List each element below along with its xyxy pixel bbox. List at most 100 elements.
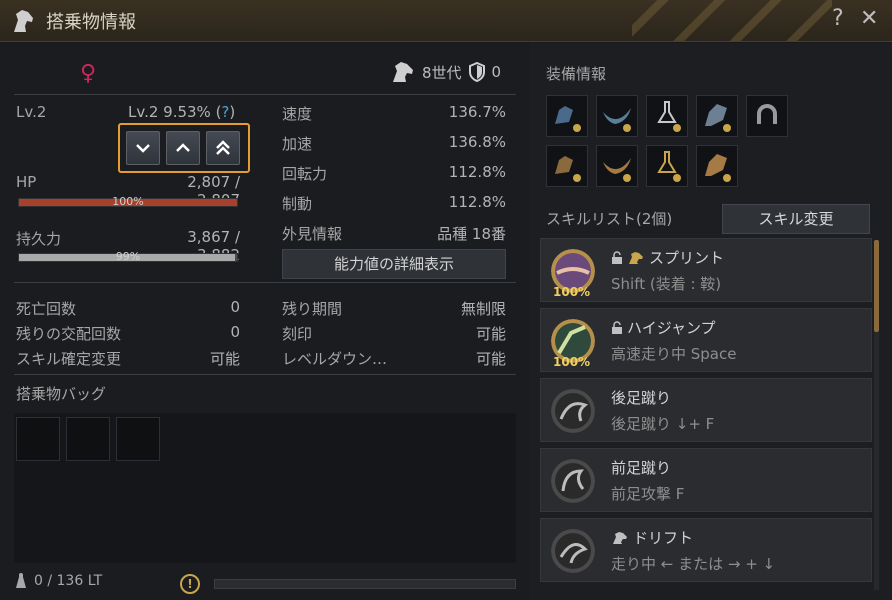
- bag-area: [14, 413, 516, 563]
- imprint-value: 可能: [475, 325, 506, 343]
- hp-label: HP: [16, 173, 37, 191]
- gear-slot-barding-costume[interactable]: [696, 145, 738, 187]
- level-buttons-group: [118, 123, 250, 173]
- gear-slot-champron-costume[interactable]: [546, 145, 588, 187]
- rear-kick-skill-command: 後足蹴り ↓+ F: [611, 415, 715, 433]
- skill-change-button[interactable]: スキル変更: [722, 204, 870, 234]
- weight-bar: [214, 579, 516, 589]
- skill-change-value: 可能: [209, 350, 240, 368]
- appearance-value: 品種 18番: [437, 225, 506, 243]
- skill-list-title: スキルリスト(2個): [546, 210, 673, 228]
- level-label: Lv.2: [16, 103, 47, 121]
- level-down-label: レベルダウン…: [282, 350, 388, 368]
- sprint-skill-command: Shift (装着 : 鞍): [611, 275, 722, 293]
- skill-item-rear-kick[interactable]: 後足蹴り 後足蹴り ↓+ F: [540, 378, 872, 442]
- horse-icon: [613, 531, 627, 544]
- death-count-label: 死亡回数: [16, 300, 77, 318]
- divider: [14, 374, 516, 375]
- remaining-period-value: 無制限: [460, 300, 506, 318]
- stat-turning-label: 回転力: [282, 165, 328, 183]
- skill-list-scrollbar[interactable]: [874, 240, 879, 590]
- skill-item-drift[interactable]: ドリフト 走り中 ← または → + ↓: [540, 518, 872, 582]
- rear-kick-skill-name: 後足蹴り: [611, 389, 672, 407]
- horse-head-icon: [14, 10, 33, 32]
- gear-slot-barding[interactable]: [696, 95, 738, 137]
- warning-icon[interactable]: !: [180, 574, 200, 594]
- gear-slot-champron[interactable]: [546, 95, 588, 137]
- double-chevron-up-icon: [216, 140, 230, 155]
- gear-slot-stirrups-costume[interactable]: [646, 145, 688, 187]
- divider: [14, 94, 516, 95]
- front-kick-skill-name: 前足蹴り: [611, 459, 672, 477]
- horse-icon: [393, 62, 413, 82]
- gear-slot-stirrups[interactable]: [646, 95, 688, 137]
- breeding-count-label: 残りの交配回数: [16, 325, 122, 343]
- level-up-button[interactable]: [166, 131, 200, 165]
- high-jump-skill-percent: 100%: [553, 355, 591, 369]
- divider: [14, 282, 516, 283]
- gear-slot-horseshoe[interactable]: [746, 95, 788, 137]
- stirrups-icon: [657, 101, 681, 132]
- female-icon: ♀: [80, 61, 97, 86]
- skill-item-sprint[interactable]: 100% スプリント Shift (装着 : 鞍): [540, 238, 872, 302]
- skill-item-high-jump[interactable]: 100% ハイジャンプ 高速走り中 Space: [540, 308, 872, 372]
- stat-acceleration-label: 加速: [282, 135, 313, 153]
- saddle-icon: [603, 158, 631, 182]
- high-jump-skill-command: 高速走り中 Space: [611, 345, 737, 363]
- mount-info-panel: ♀ 8世代 0 Lv.2 Lv.2 9.53% (?) HP 2,807 / 2…: [0, 43, 530, 600]
- gear-slot-saddle-costume[interactable]: [596, 145, 638, 187]
- generation-info: 8世代 0: [390, 61, 501, 83]
- remaining-period-label: 残り期間: [282, 300, 343, 318]
- stat-turning-value: 112.8%: [448, 163, 506, 181]
- window-title: 搭乗物情報: [46, 12, 136, 33]
- equipment-title: 装備情報: [546, 65, 607, 83]
- stat-acceleration-value: 136.8%: [448, 133, 506, 151]
- bag-slot[interactable]: [66, 417, 110, 461]
- gear-slot-saddle[interactable]: [596, 95, 638, 137]
- skill-list: 100% スプリント Shift (装着 : 鞍) 100% ハイジャンプ 高速…: [540, 238, 872, 590]
- close-button[interactable]: ✕: [860, 6, 878, 31]
- horse-icon: [629, 251, 643, 264]
- bag-slot[interactable]: [16, 417, 60, 461]
- breeding-count-value: 0: [230, 323, 240, 341]
- drift-skill-icon: [551, 529, 595, 573]
- stamina-percent: 99%: [115, 250, 141, 263]
- equipment-skill-panel: 装備情報 スキルリスト(2個) スキル変更 100% スプリント Shift (…: [530, 43, 892, 600]
- stat-brake-label: 制動: [282, 195, 313, 213]
- barding-icon: [705, 154, 731, 182]
- sprint-skill-name: スプリント: [649, 249, 725, 267]
- stat-speed-value: 136.7%: [448, 103, 506, 121]
- high-jump-skill-name: ハイジャンプ: [627, 319, 716, 337]
- rear-kick-skill-icon: [551, 389, 595, 433]
- generation-label: 8世代: [422, 63, 462, 82]
- champron-icon: [555, 156, 581, 182]
- front-kick-skill-command: 前足攻撃 F: [611, 485, 685, 503]
- title-bar: 搭乗物情報 ? ✕: [0, 0, 892, 42]
- drift-skill-name: ドリフト: [633, 529, 694, 547]
- lock-icon: [612, 250, 622, 264]
- horseshoe-icon: [757, 104, 777, 124]
- level-max-up-button[interactable]: [206, 131, 240, 165]
- stat-details-button[interactable]: 能力値の詳細表示: [282, 249, 506, 279]
- skill-item-front-kick[interactable]: 前足蹴り 前足攻撃 F: [540, 448, 872, 512]
- bag-slot[interactable]: [116, 417, 160, 461]
- title-bar-pattern: [632, 0, 832, 41]
- level-down-value: 可能: [475, 350, 506, 368]
- sprint-skill-percent: 100%: [553, 285, 591, 299]
- chevron-down-icon: [136, 144, 150, 153]
- barding-icon: [705, 104, 731, 132]
- level-down-button[interactable]: [126, 131, 160, 165]
- shield-value: 0: [491, 63, 502, 81]
- scrollbar-thumb[interactable]: [874, 240, 879, 332]
- skill-change-label: スキル確定変更: [16, 350, 122, 368]
- hp-bar: 100%: [18, 195, 238, 208]
- stat-brake-value: 112.8%: [448, 193, 506, 211]
- chevron-up-icon: [176, 143, 190, 152]
- hp-percent: 100%: [112, 195, 144, 208]
- stamina-label: 持久力: [16, 230, 62, 248]
- appearance-label: 外見情報: [282, 225, 343, 243]
- help-button[interactable]: ?: [832, 6, 844, 31]
- shield-icon: [468, 62, 485, 82]
- bag-title: 搭乗物バッグ: [16, 385, 107, 403]
- weight-icon: [16, 573, 26, 588]
